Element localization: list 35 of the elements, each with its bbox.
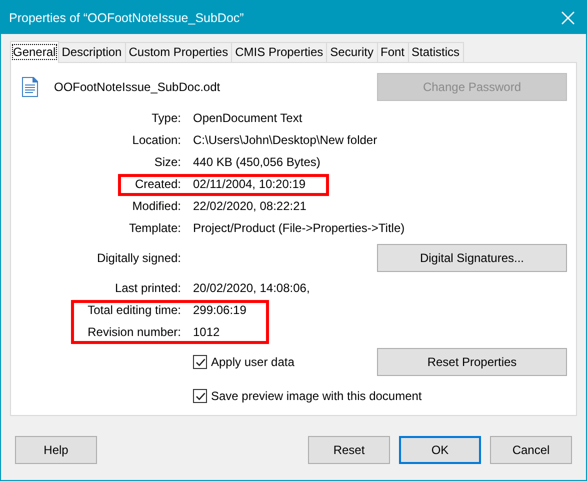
field-value: 1012 (193, 325, 220, 339)
field-value: 20/02/2020, 14:08:06, (193, 281, 310, 295)
field-value: Project/Product (File->Properties->Title) (193, 221, 405, 235)
field-label: Created: (134, 177, 181, 191)
dialog-button[interactable]: Help (15, 436, 97, 464)
checkbox-option[interactable]: Save preview image with this document (193, 382, 567, 410)
field-label: Digitally signed: (96, 251, 181, 265)
dialog-button[interactable]: Reset (308, 436, 390, 464)
field-value: 02/11/2004, 10:20:19 (193, 177, 306, 191)
tab[interactable]: General (10, 41, 59, 63)
close-icon[interactable] (561, 10, 575, 24)
field-value: C:\Users\John\Desktop\New folder (193, 133, 378, 147)
field-value: 22/02/2020, 08:22:21 (193, 199, 306, 213)
field-label: Modified: (132, 199, 181, 213)
tab[interactable]: Statistics (408, 42, 464, 62)
field-label: Location: (132, 133, 181, 147)
field-label: Template: (128, 221, 181, 235)
digital-signatures-button[interactable]: Digital Signatures... (377, 244, 567, 272)
field-value: 299:06:19 (193, 303, 246, 317)
window-title: Properties of “OOFootNoteIssue_SubDoc” (9, 10, 244, 24)
field-label: Type: (152, 111, 181, 125)
field-value: 440 KB (450,056 Bytes) (193, 155, 320, 169)
document-icon (22, 77, 38, 97)
checkbox[interactable] (193, 355, 207, 369)
file-name: OOFootNoteIssue_SubDoc.odt (54, 80, 222, 94)
checkbox-option[interactable]: Apply user data (193, 348, 377, 376)
dialog-button[interactable]: Cancel (490, 436, 572, 464)
field-value: OpenDocument Text (193, 111, 302, 125)
dialog-button[interactable]: OK (399, 436, 481, 464)
field-label: Last printed: (114, 281, 181, 295)
checkbox[interactable] (193, 389, 207, 403)
field-label: Size: (154, 155, 181, 169)
reset-properties-button[interactable]: Reset Properties (377, 348, 567, 376)
field-label: Total editing time: (88, 303, 181, 317)
field-label: Revision number: (88, 325, 181, 339)
